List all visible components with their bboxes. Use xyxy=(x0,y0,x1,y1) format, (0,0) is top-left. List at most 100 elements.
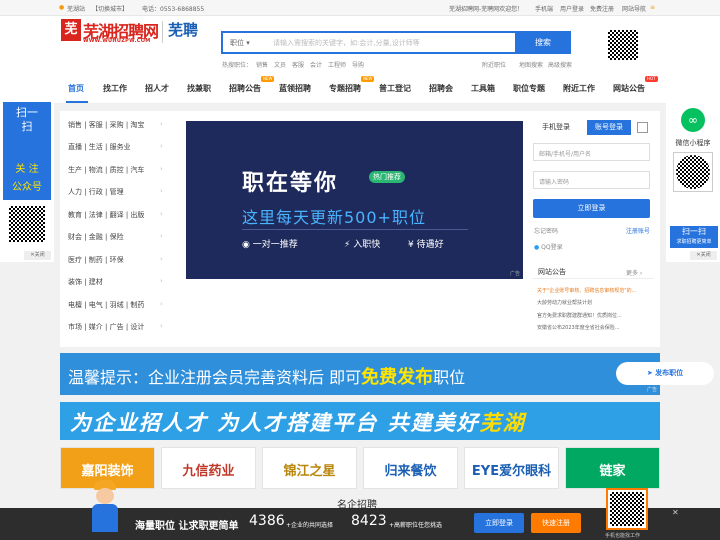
hot-item[interactable]: 销售 xyxy=(256,62,268,69)
qq-login-link[interactable]: ● QQ登录 xyxy=(534,242,563,251)
welcome-text: 芜湖招聘网-芜聘网欢迎您！ xyxy=(449,6,524,13)
category-item[interactable]: 直播 | 生活 | 服务业 › xyxy=(68,142,163,152)
hot-item[interactable]: 客服 xyxy=(292,62,304,69)
hot-searches: 热搜职位： 销售 文员 客服 会计 工程师 导购 xyxy=(222,60,370,69)
miniprogram-qr-code xyxy=(673,152,713,192)
tab-account-login[interactable]: 账号登录 xyxy=(587,120,631,135)
hot-item[interactable]: 会计 xyxy=(310,62,322,69)
category-item[interactable]: 装饰 | 建材 › xyxy=(68,277,163,287)
scan-desc: 求职招聘更简单 xyxy=(676,239,712,245)
register-account-link[interactable]: 注册账号 xyxy=(626,226,650,235)
category-item[interactable]: 市场 | 媒介 | 广告 | 设计 › xyxy=(68,322,163,332)
chevron-right-icon: › xyxy=(160,120,163,128)
coin-icon: ¥ xyxy=(408,240,417,250)
nav-bluecollar[interactable]: 蓝领招聘 xyxy=(279,83,311,94)
miniprogram-text: 微信小程序 xyxy=(675,139,711,147)
chevron-right-icon: › xyxy=(160,232,163,240)
close-bottom-bar[interactable]: ✕ xyxy=(672,508,679,517)
nav-job-topics[interactable]: 职位专题 xyxy=(513,83,545,94)
scan-text: 扫一扫 xyxy=(682,227,706,236)
notice-more-link[interactable]: 更多 › xyxy=(626,268,642,277)
notice-item[interactable]: 关于"企业账号审核、招聘信息审核规范"的... xyxy=(537,287,647,294)
menu-icon[interactable]: ≡ xyxy=(650,4,655,11)
search-input[interactable]: 请输入需搜索的关键字，如:会计,分量,设计师等 xyxy=(273,38,420,48)
category-item[interactable]: 教育 | 法律 | 翻译 | 出版 › xyxy=(68,210,163,220)
hot-item[interactable]: 文员 xyxy=(274,62,286,69)
notice-item[interactable]: 大龄劳动力就业帮扶计划 xyxy=(537,299,647,306)
slogan-text: 为企业招人才 为人才搭建平台 共建美好芜湖 xyxy=(70,411,526,435)
nav-special[interactable]: 专题招聘 xyxy=(329,83,361,94)
hot-item[interactable]: 导购 xyxy=(352,62,364,69)
switch-city-link[interactable]: 【切换城市】 xyxy=(92,4,128,13)
category-item[interactable]: 人力 | 行政 | 管理 › xyxy=(68,187,163,197)
tips-banner[interactable]: 温馨提示：企业注册会员完善资料后 即可免费发布职位 ➤ 发布职位 广告 xyxy=(60,353,714,395)
advanced-search-link[interactable]: 高级搜索 xyxy=(548,60,572,69)
company-logo[interactable]: 链家 xyxy=(565,447,660,489)
publish-job-button[interactable]: ➤ 发布职位 xyxy=(616,362,714,385)
ad-label: 广告 xyxy=(646,387,657,393)
site-logo[interactable]: 芜 芜湖招聘网 WWW.WUHUZPW.COM 芜聘 xyxy=(61,19,211,49)
bottom-login-button[interactable]: 立即登录 xyxy=(474,513,524,533)
category-item[interactable]: 生产 | 物流 | 质控 | 汽车 › xyxy=(68,165,163,175)
forgot-password-link[interactable]: 忘记密码 xyxy=(534,226,558,235)
category-item[interactable]: 销售 | 客服 | 采购 | 淘宝 › xyxy=(68,120,163,130)
nearby-jobs-link[interactable]: 附近职位 xyxy=(482,60,506,69)
account-input[interactable]: 邮箱/手机号/用户名 xyxy=(533,143,650,161)
nav-job-fair[interactable]: 招聘会 xyxy=(429,83,453,94)
company-logo[interactable]: 九信药业 xyxy=(161,447,256,489)
logo-mark: 芜 xyxy=(61,19,81,41)
category-item[interactable]: 财会 | 金融 | 保险 › xyxy=(68,232,163,242)
scan-text: 扫一扫 xyxy=(16,106,38,133)
company-logo[interactable]: 锦江之星 xyxy=(262,447,357,489)
qr-login-icon[interactable] xyxy=(637,122,648,133)
company-logo[interactable]: 归来餐饮 xyxy=(363,447,458,489)
nav-toolbox[interactable]: 工具箱 xyxy=(471,83,495,94)
map-search-link[interactable]: 地图搜索 xyxy=(519,60,543,69)
password-input[interactable]: 请输入密码 xyxy=(533,171,650,189)
category-item[interactable]: 电檀 | 电气 | 羽绒 | 制药 › xyxy=(68,300,163,310)
tips-text: 温馨提示：企业注册会员完善资料后 即可免费发布职位 xyxy=(68,367,466,388)
send-icon: ➤ xyxy=(646,369,656,377)
user-login-link[interactable]: 用户登录 xyxy=(560,4,584,13)
site-nav-link[interactable]: 网站导航 xyxy=(622,4,646,13)
slogan-banner[interactable]: 为企业招人才 为人才搭建平台 共建美好芜湖 xyxy=(60,402,660,440)
bottom-float-bar: 海量职位 让求职更简单 4386 +企业的共同选择 8423 +高薪职位任您挑选… xyxy=(0,480,720,540)
hot-label: 热搜职位： xyxy=(222,62,253,69)
nav-notices[interactable]: 网站公告 xyxy=(613,83,645,94)
miniprogram-icon: ∞ xyxy=(681,108,705,132)
tab-mobile-login[interactable]: 手机登录 xyxy=(534,120,578,135)
follow-text: 关 注 xyxy=(15,164,39,175)
hero-banner[interactable]: 职在等你 热门推荐 这里每天更新500+职位 ◉ 一对一推荐 ⚡ 入职快 ¥ 待… xyxy=(186,121,523,279)
chevron-right-icon: › xyxy=(160,277,163,285)
register-link[interactable]: 免费注册 xyxy=(590,4,614,13)
notice-divider xyxy=(532,278,654,279)
notice-item[interactable]: 官方免费求职群建群通知！优质岗位... xyxy=(537,312,647,319)
company-logo[interactable]: EYE爱尔眼科 xyxy=(464,447,559,489)
nav-worker-register[interactable]: 普工登记 xyxy=(379,83,411,94)
job-count: 8423 xyxy=(351,513,387,529)
banner-feature: ⚡ 入职快 xyxy=(344,240,381,250)
nav-home[interactable]: 首页 xyxy=(68,83,84,94)
search-button[interactable]: 搜索 xyxy=(515,31,571,54)
search-type-select[interactable]: 职位 ▾ xyxy=(230,38,250,48)
notice-item[interactable]: 安徽省公布2023年度全省社会保险... xyxy=(537,324,647,331)
logo-divider xyxy=(162,21,163,43)
close-right-panel[interactable]: ✕关闭 xyxy=(690,251,717,260)
nav-announcements[interactable]: 招聘公告 xyxy=(229,83,261,94)
login-button[interactable]: 立即登录 xyxy=(533,199,650,218)
nav-parttime[interactable]: 找兼职 xyxy=(187,83,211,94)
mobile-link[interactable]: 手机端 xyxy=(535,4,553,13)
banner-feature: ¥ 待遇好 xyxy=(408,240,444,250)
job-count-label: +高薪职位任您挑选 xyxy=(389,522,443,529)
nav-hire[interactable]: 招人才 xyxy=(145,83,169,94)
close-left-panel[interactable]: ✕关闭 xyxy=(24,251,51,260)
nav-find-job[interactable]: 找工作 xyxy=(103,83,127,94)
category-item[interactable]: 医疗 | 制药 | 环保 › xyxy=(68,255,163,265)
bottom-register-button[interactable]: 快速注册 xyxy=(531,513,581,533)
hot-item[interactable]: 工程师 xyxy=(328,62,346,69)
banner-title: 职在等你 xyxy=(242,171,339,196)
logo-url: WWW.WUHUZPW.COM xyxy=(83,38,151,44)
company-count-label: +企业的共同选择 xyxy=(286,522,334,529)
bottom-qr-code xyxy=(606,488,648,530)
nav-nearby[interactable]: 附近工作 xyxy=(563,83,595,94)
